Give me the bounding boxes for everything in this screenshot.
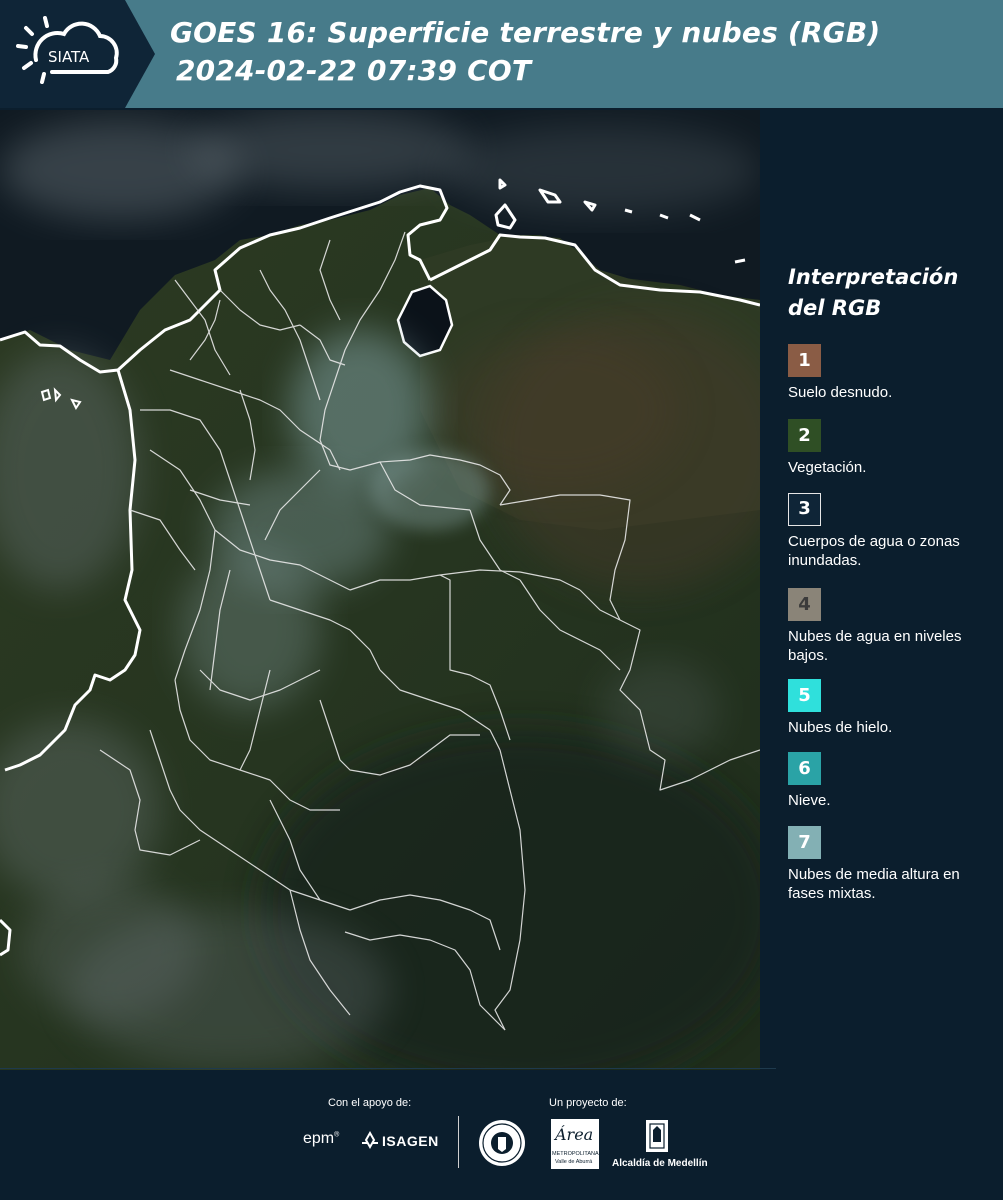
support-label: Con el apoyo de: (328, 1097, 412, 1109)
legend-swatch-low-water-clouds: 4 (788, 588, 821, 621)
siata-logo-text: SIATA (48, 48, 90, 66)
isagen-mark-icon (362, 1131, 378, 1150)
area-logo-sub1: METROPOLITANA (552, 1151, 599, 1157)
legend-item-6: 6 Nieve. (788, 752, 988, 810)
header-bar: SIATA GOES 16: Superficie terrestre y nu… (0, 0, 1003, 108)
timestamp: 2024-02-22 07:39 COT (176, 54, 532, 87)
isagen-logo-text: ISAGEN (382, 1133, 439, 1149)
alcaldia-logo-text: Alcaldía de Medellín (612, 1158, 708, 1169)
legend-item-2: 2 Vegetación. (788, 419, 988, 477)
area-logo-sub2: Valle de Aburrá (555, 1159, 593, 1165)
rgb-legend: Interpretación del RGB 1 Suelo desnudo. … (788, 262, 988, 902)
siata-logo: SIATA (0, 0, 155, 108)
legend-label-bare-soil: Suelo desnudo. (788, 384, 893, 401)
page-title: GOES 16: Superficie terrestre y nubes (R… (170, 16, 881, 49)
legend-title-line1: Interpretación (788, 265, 959, 289)
legend-label-water: Cuerpos de agua o zonas inundadas. (788, 533, 960, 569)
area-metropolitana-logo[interactable]: Área METROPOLITANA Valle de Aburrá (551, 1119, 599, 1169)
legend-label-vegetation: Vegetación. (788, 459, 867, 476)
legend-label-mid-clouds: Nubes de media altura en fases mixtas. (788, 866, 960, 902)
legend-item-5: 5 Nubes de hielo. (788, 679, 988, 737)
legend-item-3: 3 Cuerpos de agua o zonas inundadas. (788, 493, 988, 570)
project-label: Un proyecto de: (549, 1097, 627, 1109)
epm-logo-text: epm (303, 1130, 335, 1147)
alcaldia-shield-icon (646, 1120, 668, 1152)
legend-label-ice-clouds: Nubes de hielo. (788, 719, 893, 736)
legend-swatch-water: 3 (788, 493, 821, 526)
legend-swatch-snow: 6 (788, 752, 821, 785)
legend-swatch-mid-clouds: 7 (788, 826, 821, 859)
footer-rule (0, 1068, 776, 1069)
legend-swatch-ice-clouds: 5 (788, 679, 821, 712)
satellite-map[interactable] (0, 110, 760, 1070)
legend-item-1: 1 Suelo desnudo. (788, 344, 988, 402)
medellin-seal-icon[interactable] (477, 1118, 527, 1168)
legend-item-4: 4 Nubes de agua en niveles bajos. (788, 588, 988, 665)
epm-logo[interactable]: epm® (303, 1130, 339, 1148)
sun-cloud-icon: SIATA (16, 16, 119, 84)
legend-title-line2: del RGB (788, 296, 882, 320)
legend-label-snow: Nieve. (788, 792, 831, 809)
legend-label-low-water-clouds: Nubes de agua en niveles bajos. (788, 628, 962, 664)
alcaldia-logo[interactable]: Alcaldía de Medellín (612, 1118, 708, 1170)
area-logo-text: Área (555, 1125, 594, 1144)
legend-swatch-bare-soil: 1 (788, 344, 821, 377)
legend-swatch-vegetation: 2 (788, 419, 821, 452)
footer-divider (458, 1116, 459, 1168)
satellite-image (0, 110, 760, 1070)
legend-item-7: 7 Nubes de media altura en fases mixtas. (788, 826, 988, 903)
